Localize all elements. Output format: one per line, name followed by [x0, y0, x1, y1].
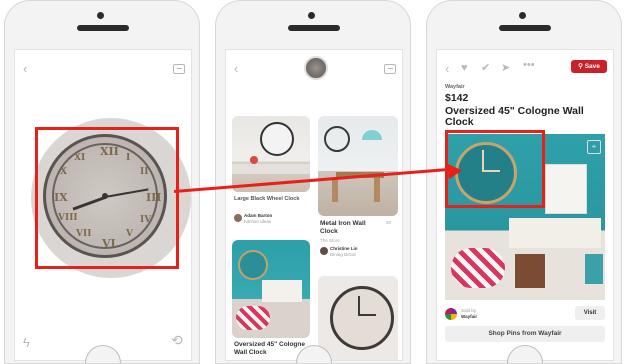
front-camera — [97, 12, 104, 19]
chevron-left-icon[interactable]: ‹ — [234, 62, 238, 75]
chevron-left-icon[interactable]: ‹ — [445, 62, 449, 75]
wayfair-logo — [445, 308, 457, 320]
detection-highlight-box — [35, 127, 179, 269]
front-camera — [308, 12, 315, 19]
brand-label: Wayfair — [445, 84, 465, 90]
send-icon[interactable]: ➤ — [501, 62, 510, 75]
front-camera — [519, 12, 526, 19]
avatar — [320, 247, 328, 255]
pin-title: Oversized 45" Cologne Wall Clock — [234, 341, 305, 356]
heart-icon[interactable]: ♥ — [461, 62, 468, 75]
pin-icon: ⚲ — [578, 63, 585, 70]
visit-button[interactable]: Visit — [575, 306, 605, 320]
pin-title: Large Black Wheel Clock — [234, 196, 300, 202]
product-title: Oversized 45" Cologne Wall Clock — [445, 105, 584, 128]
pin-title: Metal Iron Wall Clock — [320, 220, 366, 235]
earpiece — [77, 25, 129, 31]
pin-user: Christine Lin Dining Decor — [330, 246, 358, 257]
pin-image-dining — [318, 116, 398, 216]
pin-save-count: 30 — [386, 220, 392, 225]
phone-camera-search: ‹ XII III VI IX I II IV V VII VIII X XI … — [4, 0, 200, 364]
pin-image-living-room — [232, 240, 310, 338]
visual-search-icon[interactable]: ⌖ — [587, 140, 601, 154]
match-arrow-head-icon — [447, 162, 463, 180]
chevron-left-icon[interactable]: ‹ — [23, 62, 27, 75]
seller-info: Sold by Wayfair — [461, 308, 478, 319]
visual-results-screen: ‹ Large Black Wheel Clock Adam Barton Kit… — [225, 49, 403, 361]
shop-pins-button[interactable]: Shop Pins from Wayfair — [445, 326, 605, 342]
pin-user: Adam Barton Kitchen Ideas — [244, 213, 273, 224]
earpiece — [499, 25, 551, 31]
image-icon[interactable] — [384, 64, 396, 74]
phone-visual-results: ‹ Large Black Wheel Clock Adam Barton Kit… — [215, 0, 411, 364]
price: $142 — [445, 92, 469, 104]
lightning-icon[interactable]: ϟ — [23, 336, 30, 349]
checkmark-icon[interactable]: ✔ — [481, 62, 490, 75]
rotate-camera-icon[interactable]: ⟲ — [171, 333, 183, 347]
more-icon[interactable]: ••• — [523, 59, 535, 72]
query-clock-thumbnail[interactable] — [304, 56, 328, 80]
image-icon[interactable] — [173, 64, 185, 74]
save-button[interactable]: ⚲ Save — [571, 60, 607, 73]
pin-card[interactable]: Metal Iron Wall Clock 30 The Store Chris… — [318, 116, 398, 266]
pin-card[interactable]: Large Black Wheel Clock Adam Barton Kitch… — [232, 116, 310, 234]
pin-image-clock — [318, 276, 398, 360]
earpiece — [288, 25, 340, 31]
pin-card[interactable] — [318, 276, 398, 360]
avatar — [234, 214, 242, 222]
pin-source: The Store — [320, 238, 340, 243]
pin-card[interactable]: Oversized 45" Cologne Wall Clock — [232, 240, 310, 360]
